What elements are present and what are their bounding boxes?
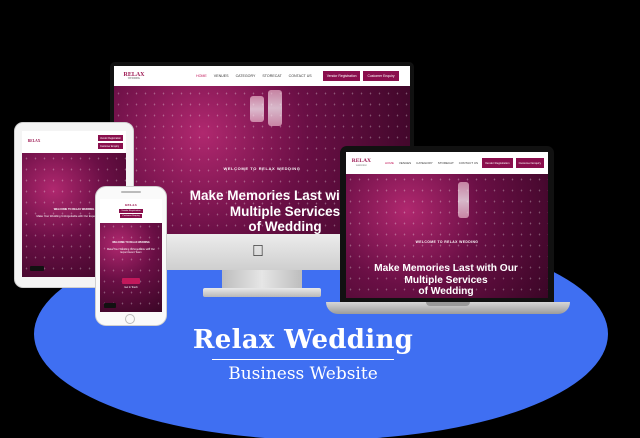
phone-vendor-button[interactable]: Vendor Registration bbox=[119, 209, 143, 214]
laptop-nav-category[interactable]: CATEGORY bbox=[416, 161, 433, 165]
nav-category[interactable]: CATEGORY bbox=[236, 74, 256, 78]
caption-title: Relax Wedding bbox=[192, 325, 414, 355]
phone-screen: RELAX Vendor Registration Customer Enqui… bbox=[100, 199, 162, 312]
laptop-nav-venues[interactable]: VENUES bbox=[399, 161, 411, 165]
caption-subtitle: Business Website bbox=[228, 364, 378, 384]
desktop-base bbox=[203, 288, 321, 297]
tablet-chat-widget[interactable] bbox=[30, 266, 44, 271]
tablet-navbar: RELAX Vendor Registration Customer Enqui… bbox=[22, 131, 126, 153]
laptop-navbar: RELAX WEDDING HOME VENUES CATEGORY STORE… bbox=[346, 152, 548, 174]
phone-chat-widget[interactable] bbox=[104, 303, 116, 308]
laptop-nav-storecat[interactable]: STORECAT bbox=[438, 161, 454, 165]
caption-divider bbox=[212, 359, 394, 360]
laptop-hero-title: Make Memories Last with Our Multiple Ser… bbox=[374, 263, 518, 298]
site-logo[interactable]: RELAX WEDDING bbox=[120, 72, 148, 81]
phone-logo[interactable]: RELAX bbox=[125, 203, 137, 207]
tablet-vendor-button[interactable]: Vendor Registration bbox=[98, 135, 123, 141]
vendor-registration-button[interactable]: Vendor Registration bbox=[322, 71, 361, 81]
customer-enquiry-button[interactable]: Customer Enquiry bbox=[363, 71, 399, 81]
laptop-nav-home[interactable]: HOME bbox=[385, 161, 394, 165]
nav-contact[interactable]: CONTACT US bbox=[289, 74, 312, 78]
laptop-nav-contact[interactable]: CONTACT US bbox=[459, 161, 478, 165]
laptop-logo[interactable]: RELAX WEDDING bbox=[350, 159, 373, 167]
nav-venues[interactable]: VENUES bbox=[214, 74, 229, 78]
mockup-stage: RELAX WEDDING HOME VENUES CATEGORY STORE… bbox=[0, 0, 640, 438]
apple-logo-icon:  bbox=[252, 243, 264, 261]
laptop-hero-welcome: WELCOME TO RELAX WEDDING bbox=[415, 240, 479, 244]
phone-navbar: RELAX Vendor Registration Customer Enqui… bbox=[100, 199, 162, 223]
nav-storecat[interactable]: STORECAT bbox=[262, 74, 281, 78]
nav-home[interactable]: HOME bbox=[196, 74, 207, 78]
laptop-screen: RELAX WEDDING HOME VENUES CATEGORY STORE… bbox=[346, 152, 548, 298]
tablet-enquiry-button[interactable]: Customer Enquiry bbox=[98, 143, 123, 149]
phone-hero-welcome: WELCOME TO RELAX WEDDING bbox=[112, 241, 150, 244]
phone-enquiry-button[interactable]: Customer Enquiry bbox=[120, 214, 142, 219]
tablet-logo[interactable]: RELAX bbox=[25, 140, 43, 144]
laptop-vendor-button[interactable]: Vendor Registration bbox=[482, 158, 513, 168]
phone-hero-text: Make Your Wedding Unforgettable with Our… bbox=[106, 248, 156, 254]
phone-cta-label: Get In Touch bbox=[124, 286, 138, 289]
laptop-notch bbox=[426, 302, 470, 306]
phone-home-button bbox=[125, 314, 135, 324]
phone-cta-button[interactable] bbox=[122, 278, 140, 284]
desktop-navbar: RELAX WEDDING HOME VENUES CATEGORY STORE… bbox=[114, 66, 410, 86]
phone-speaker bbox=[121, 191, 141, 193]
desktop-stand bbox=[222, 270, 302, 290]
laptop-enquiry-button[interactable]: Customer Enquiry bbox=[515, 158, 544, 168]
